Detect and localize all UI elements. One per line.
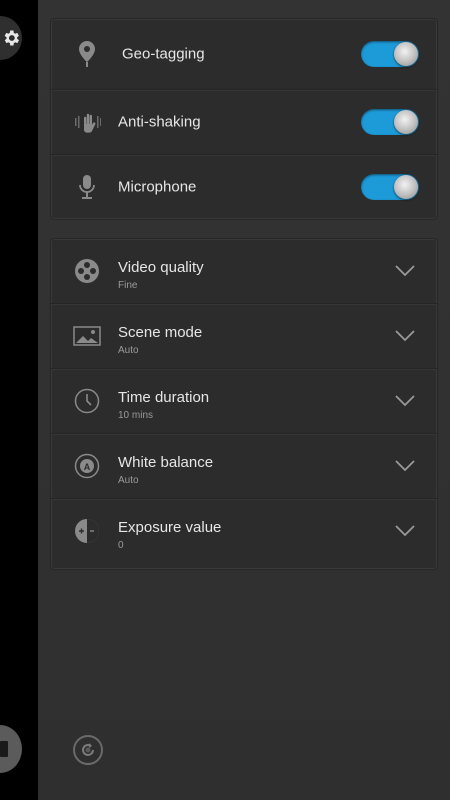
camera-mode-button[interactable]	[0, 725, 22, 773]
setting-label: Microphone	[118, 178, 197, 196]
setting-label: Geo-tagging	[122, 45, 205, 63]
toggle-knob	[394, 175, 418, 199]
hand-shake-icon	[73, 108, 101, 136]
reset-icon	[82, 743, 94, 756]
setting-row-white-balance[interactable]: A White balance Auto	[51, 434, 437, 499]
setting-row-anti-shaking[interactable]: Anti-shaking	[51, 90, 437, 155]
gear-icon	[4, 30, 20, 46]
setting-value: Auto	[118, 345, 139, 356]
chevron-down-icon[interactable]	[395, 525, 415, 537]
chevron-down-icon[interactable]	[395, 395, 415, 407]
landscape-icon	[73, 322, 101, 350]
settings-panel: Geo-tagging Anti-shaking Microphone Vide…	[38, 0, 450, 800]
settings-button[interactable]	[0, 16, 22, 60]
shutter-icon	[0, 741, 8, 757]
left-strip	[0, 0, 38, 800]
white-balance-icon: A	[73, 452, 101, 480]
chevron-down-icon[interactable]	[395, 265, 415, 277]
chevron-down-icon[interactable]	[395, 330, 415, 342]
geo-tagging-toggle[interactable]	[361, 41, 419, 67]
clock-icon	[73, 387, 101, 415]
chevron-down-icon[interactable]	[395, 460, 415, 472]
toggle-knob	[394, 110, 418, 134]
setting-row-microphone[interactable]: Microphone	[51, 155, 437, 219]
anti-shaking-toggle[interactable]	[361, 109, 419, 135]
setting-label: Anti-shaking	[118, 113, 201, 131]
svg-text:A: A	[84, 462, 91, 472]
setting-value: 10 mins	[118, 410, 154, 421]
setting-label: Scene mode	[118, 324, 203, 341]
setting-label: Video quality	[118, 259, 204, 276]
setting-value: 0	[118, 540, 124, 551]
reset-settings-button[interactable]	[73, 735, 103, 765]
setting-value: Fine	[118, 280, 138, 291]
exposure-icon	[73, 517, 101, 545]
microphone-toggle[interactable]	[361, 174, 419, 200]
toggle-knob	[394, 42, 418, 66]
microphone-icon	[73, 173, 101, 201]
setting-label: Time duration	[118, 389, 210, 406]
setting-row-exposure-value[interactable]: Exposure value 0	[51, 499, 437, 563]
setting-row-video-quality[interactable]: Video quality Fine	[51, 239, 437, 304]
location-pin-icon	[73, 40, 101, 68]
setting-label: Exposure value	[118, 519, 222, 536]
setting-row-geo-tagging[interactable]: Geo-tagging	[51, 19, 437, 90]
toggle-settings-card: Geo-tagging Anti-shaking Microphone	[50, 18, 438, 220]
setting-row-time-duration[interactable]: Time duration 10 mins	[51, 369, 437, 434]
film-reel-icon	[73, 257, 101, 285]
option-settings-card: Video quality Fine Scene mode Auto Time …	[50, 238, 438, 570]
setting-label: White balance	[118, 454, 214, 471]
setting-value: Auto	[118, 475, 139, 486]
setting-row-scene-mode[interactable]: Scene mode Auto	[51, 304, 437, 369]
